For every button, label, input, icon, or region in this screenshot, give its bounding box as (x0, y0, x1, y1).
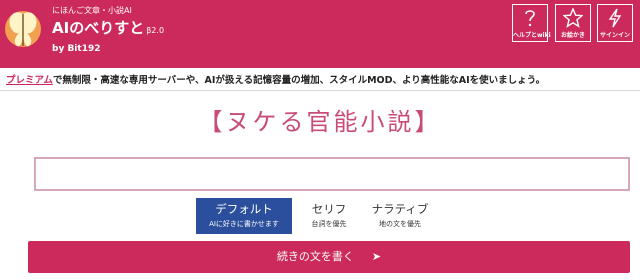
drawing-button[interactable]: お絵かき (555, 4, 591, 42)
mode-narrative-subtitle: 地の文を優先 (379, 220, 421, 228)
version-label: β2.0 (146, 26, 165, 35)
question-icon (525, 10, 535, 27)
premium-notice-text: で無制限・高速な専用サーバーや、AIが扱える記憶容量の増加、スタイルMOD、より… (52, 75, 546, 86)
continue-writing-button[interactable]: 続きの文を書く ➤ (28, 241, 630, 273)
logo-icon[interactable] (4, 4, 42, 54)
premium-link[interactable]: プレミアム (6, 75, 53, 86)
drawing-label: お絵かき (560, 32, 585, 39)
mode-default-button[interactable]: デフォルト AIに好きに書かせます (196, 198, 292, 234)
continue-writing-label: 続きの文を書く (276, 250, 354, 263)
mode-default-title: デフォルト (215, 202, 273, 216)
help-wiki-button[interactable]: ヘルプとwiki (512, 4, 551, 42)
lightning-icon (608, 8, 622, 28)
story-input[interactable] (34, 157, 630, 191)
page-title: 【ヌケる官能小説】 (198, 108, 442, 136)
mode-default-subtitle: AIに好きに書かせます (209, 220, 279, 228)
premium-notice: プレミアムで無制限・高速な専用サーバーや、AIが扱える記憶容量の増加、スタイルM… (0, 71, 640, 91)
header-bar: にほんご文章・小説AI AIのべりすと β2.0 by Bit192 ヘルプとwi… (0, 0, 640, 68)
star-icon (563, 8, 583, 28)
help-wiki-label: ヘルプとwiki (513, 32, 551, 39)
byline: by Bit192 (52, 44, 101, 54)
tagline: にほんご文章・小説AI (52, 6, 132, 15)
send-arrow-icon: ➤ (371, 250, 382, 263)
signin-button[interactable]: サインイン (597, 4, 633, 42)
signin-label: サインイン (599, 32, 630, 39)
app-name-text: AIのべりすと (52, 19, 145, 37)
app-name[interactable]: AIのべりすと β2.0 (52, 19, 164, 40)
mode-narrative-title: ナラティブ (371, 202, 429, 216)
brand-block: にほんご文章・小説AI AIのべりすと β2.0 by Bit192 (52, 6, 164, 55)
mode-narrative-button[interactable]: ナラティブ 地の文を優先 (352, 198, 448, 234)
